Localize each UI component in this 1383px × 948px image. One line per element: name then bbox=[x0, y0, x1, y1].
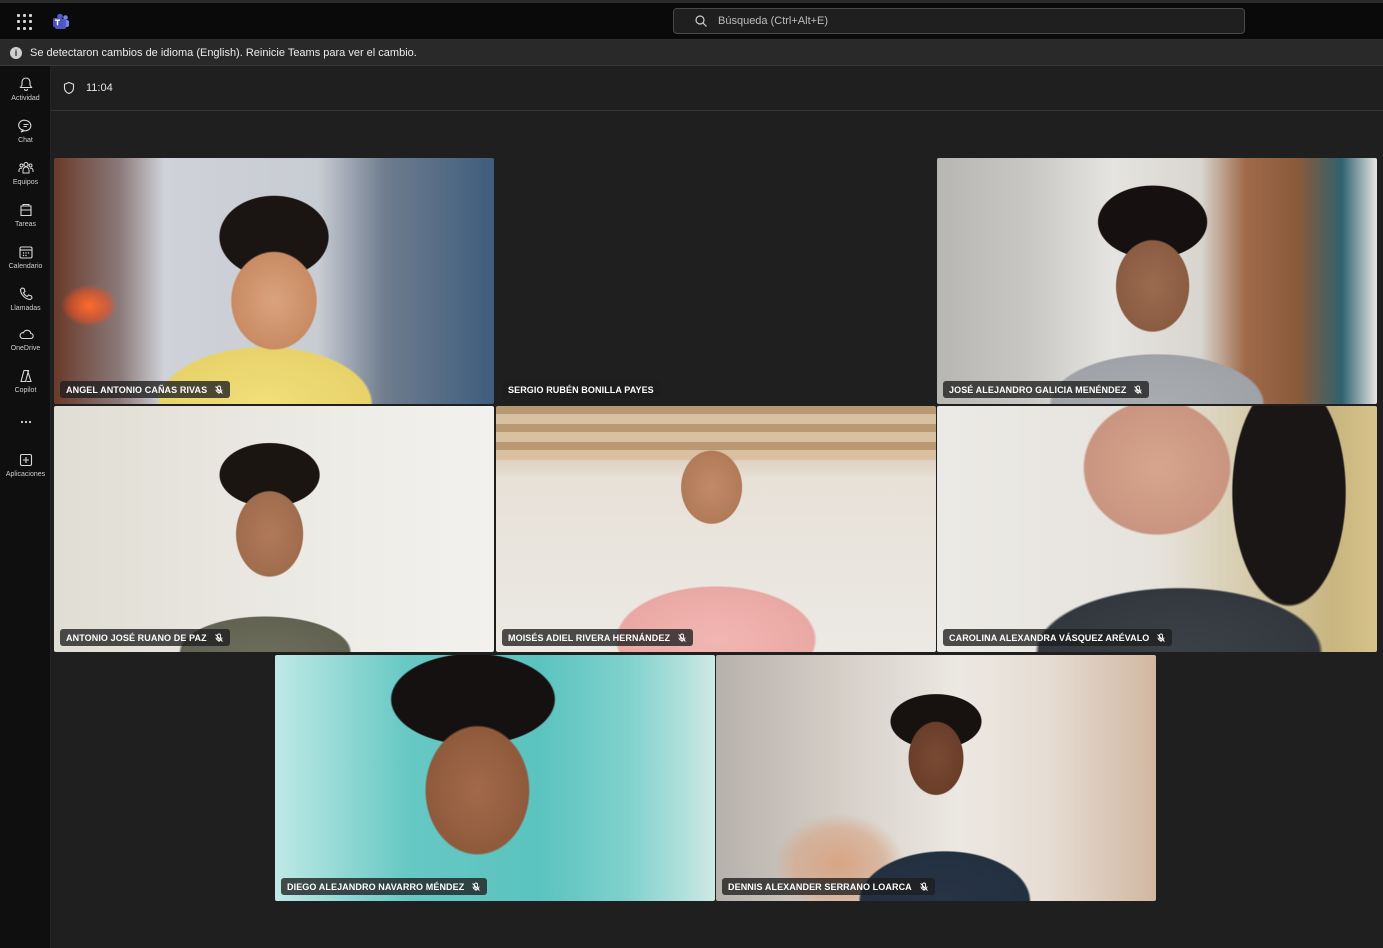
rail-item-more[interactable] bbox=[0, 410, 51, 432]
shield-icon[interactable] bbox=[62, 81, 76, 95]
bell-icon bbox=[19, 77, 32, 91]
participant-name-chip: DENNIS ALEXANDER SERRANO LOARCA bbox=[722, 878, 935, 895]
participant-tile[interactable]: ANTONIO JOSÉ RUANO DE PAZ bbox=[54, 406, 494, 652]
app-launcher-icon[interactable] bbox=[16, 13, 34, 31]
rail-item-calendario[interactable]: Calendario bbox=[0, 240, 51, 280]
rail-label: Tareas bbox=[14, 221, 36, 228]
phone-icon bbox=[19, 287, 33, 301]
rail-item-chat[interactable]: Chat bbox=[0, 114, 51, 154]
video-stage: ANGEL ANTONIO CAÑAS RIVAS SERGIO RUBÉN B… bbox=[51, 111, 1383, 948]
rail-label: Llamadas bbox=[10, 305, 41, 312]
notice-text: Se detectaron cambios de idioma (English… bbox=[30, 46, 417, 59]
participant-tile[interactable]: DIEGO ALEJANDRO NAVARRO MÉNDEZ bbox=[275, 655, 715, 901]
teams-logo-icon bbox=[53, 13, 69, 29]
more-icon bbox=[20, 420, 31, 424]
participant-tile[interactable]: DENNIS ALEXANDER SERRANO LOARCA bbox=[716, 655, 1156, 901]
teams-icon bbox=[18, 161, 33, 174]
search-box[interactable] bbox=[673, 8, 1245, 34]
apps-icon bbox=[19, 453, 32, 467]
participant-name: ANTONIO JOSÉ RUANO DE PAZ bbox=[66, 632, 207, 643]
rail-label: Equipos bbox=[12, 179, 39, 186]
mic-off-icon bbox=[1134, 385, 1143, 394]
app-rail: Actividad Chat Equipos Tareas Calendario… bbox=[0, 66, 51, 948]
rail-label: Copilot bbox=[14, 387, 37, 394]
participant-name: ANGEL ANTONIO CAÑAS RIVAS bbox=[66, 384, 208, 395]
rail-label: Actividad bbox=[11, 95, 40, 102]
rail-item-copilot[interactable]: Copilot bbox=[0, 364, 51, 404]
teams-window: i Se detectaron cambios de idioma (Engli… bbox=[0, 0, 1383, 948]
participant-name-chip: ANTONIO JOSÉ RUANO DE PAZ bbox=[60, 629, 230, 646]
search-input[interactable] bbox=[718, 15, 1198, 27]
rail-label: Chat bbox=[18, 137, 33, 144]
rail-label: Aplicaciones bbox=[5, 471, 46, 478]
cloud-icon bbox=[19, 329, 34, 340]
participant-name: JOSÉ ALEJANDRO GALICIA MENÉNDEZ bbox=[949, 384, 1127, 395]
mic-off-icon bbox=[678, 633, 686, 642]
participant-tile[interactable]: ANGEL ANTONIO CAÑAS RIVAS bbox=[54, 158, 494, 404]
participant-name-chip: JOSÉ ALEJANDRO GALICIA MENÉNDEZ bbox=[943, 381, 1150, 398]
search-icon bbox=[695, 15, 707, 27]
participant-name-chip: SERGIO RUBÉN BONILLA PAYES bbox=[502, 381, 660, 398]
mic-off-icon bbox=[472, 882, 481, 891]
language-notice-bar: i Se detectaron cambios de idioma (Engli… bbox=[0, 40, 1383, 66]
mic-off-icon bbox=[919, 882, 928, 891]
participant-tile[interactable]: CAROLINA ALEXANDRA VÁSQUEZ ARÉVALO bbox=[937, 406, 1377, 652]
copilot-icon bbox=[19, 369, 32, 383]
rail-item-onedrive[interactable]: OneDrive bbox=[0, 322, 51, 362]
rail-label: OneDrive bbox=[10, 345, 41, 352]
title-bar bbox=[0, 0, 1383, 40]
rail-item-llamadas[interactable]: Llamadas bbox=[0, 282, 51, 322]
chat-icon bbox=[17, 119, 31, 133]
rail-item-actividad[interactable]: Actividad bbox=[0, 72, 51, 112]
participant-name-chip: CAROLINA ALEXANDRA VÁSQUEZ ARÉVALO bbox=[943, 629, 1173, 646]
rail-item-tareas[interactable]: Tareas bbox=[0, 198, 51, 238]
participant-name-chip: DIEGO ALEJANDRO NAVARRO MÉNDEZ bbox=[281, 878, 488, 895]
participant-tile[interactable]: JOSÉ ALEJANDRO GALICIA MENÉNDEZ bbox=[937, 158, 1377, 404]
info-icon: i bbox=[10, 46, 22, 59]
participant-name-chip: ANGEL ANTONIO CAÑAS RIVAS bbox=[60, 381, 231, 398]
meeting-header: 11:04 bbox=[51, 66, 1383, 111]
meeting-timer: 11:04 bbox=[86, 82, 113, 94]
participant-name: DIEGO ALEJANDRO NAVARRO MÉNDEZ bbox=[287, 881, 465, 892]
calendar-icon bbox=[18, 246, 33, 259]
rail-item-aplicaciones[interactable]: Aplicaciones bbox=[0, 448, 51, 488]
rail-item-equipos[interactable]: Equipos bbox=[0, 156, 51, 196]
mic-off-icon bbox=[215, 385, 224, 394]
participant-name: MOISÉS ADIEL RIVERA HERNÁNDEZ bbox=[508, 632, 671, 643]
rail-label: Calendario bbox=[8, 263, 43, 270]
tasks-icon bbox=[19, 203, 32, 217]
participant-name: SERGIO RUBÉN BONILLA PAYES bbox=[508, 384, 654, 395]
participant-name: CAROLINA ALEXANDRA VÁSQUEZ ARÉVALO bbox=[949, 632, 1150, 643]
mic-off-icon bbox=[1157, 633, 1166, 642]
participant-name-chip: MOISÉS ADIEL RIVERA HERNÁNDEZ bbox=[502, 629, 694, 646]
participant-name: DENNIS ALEXANDER SERRANO LOARCA bbox=[728, 881, 912, 892]
participant-tile[interactable]: MOISÉS ADIEL RIVERA HERNÁNDEZ bbox=[496, 406, 936, 652]
mic-off-icon bbox=[214, 633, 223, 642]
participant-tile[interactable]: SERGIO RUBÉN BONILLA PAYES bbox=[496, 158, 936, 404]
